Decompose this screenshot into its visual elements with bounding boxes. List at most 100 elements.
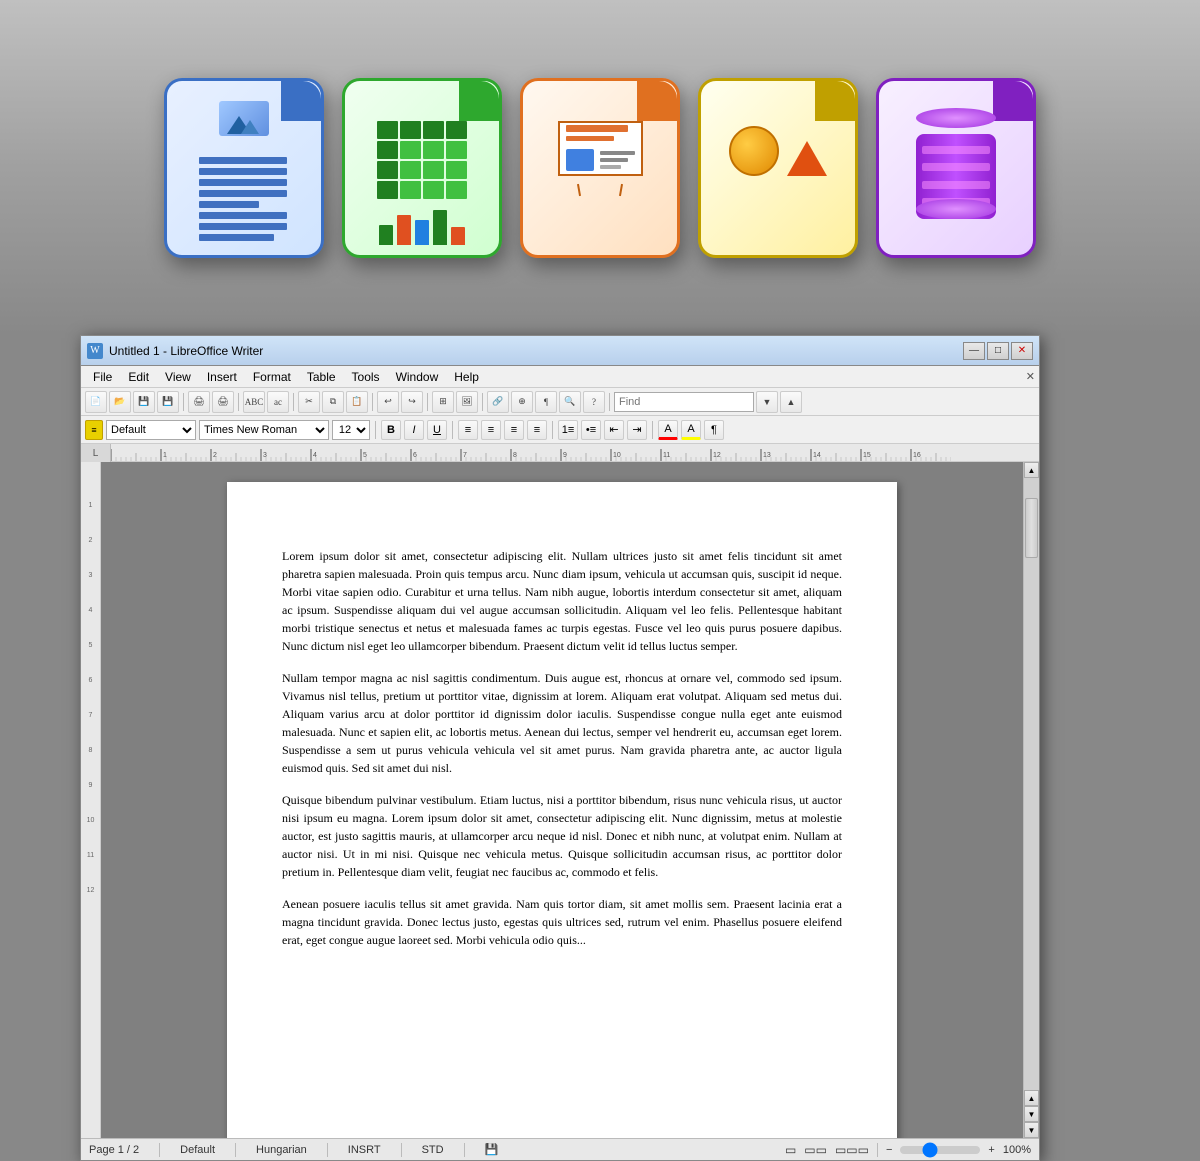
impress-icon[interactable] [520, 78, 680, 258]
separator1 [183, 393, 184, 411]
zoom-out-icon[interactable]: − [886, 1144, 892, 1156]
align-right-button[interactable]: ≡ [504, 420, 524, 440]
highlight-button[interactable]: A [681, 420, 701, 440]
scroll-up2-button[interactable]: ▲ [1024, 1090, 1039, 1106]
window-close-x[interactable]: ✕ [1026, 370, 1035, 383]
hyperlink-button[interactable]: 🔗 [487, 391, 509, 413]
menu-table[interactable]: Table [299, 368, 344, 386]
menu-view[interactable]: View [157, 368, 199, 386]
open-button[interactable]: 📂 [109, 391, 131, 413]
paste-button[interactable]: 📋 [346, 391, 368, 413]
font-size-select[interactable]: 12 [332, 420, 370, 440]
underline-button[interactable]: U [427, 420, 447, 440]
new-button[interactable]: 📄 [85, 391, 107, 413]
autocorrect-button[interactable]: ac [267, 391, 289, 413]
help-button[interactable]: ? [583, 391, 605, 413]
navigator-button[interactable]: ⊕ [511, 391, 533, 413]
menu-insert[interactable]: Insert [199, 368, 245, 386]
bold-button[interactable]: B [381, 420, 401, 440]
hero-banner [0, 0, 1200, 335]
vertical-scrollbar[interactable]: ▲ ▲ ▼ ▼ [1023, 462, 1039, 1138]
close-button[interactable]: ✕ [1011, 342, 1033, 360]
paragraph-style-select[interactable]: Default [106, 420, 196, 440]
status-sep3 [327, 1143, 328, 1157]
svg-text:14: 14 [813, 452, 821, 459]
cut-button[interactable]: ✂ [298, 391, 320, 413]
print-button[interactable]: 🖨 [212, 391, 234, 413]
base-icon[interactable] [876, 78, 1036, 258]
menu-help[interactable]: Help [446, 368, 487, 386]
menu-format[interactable]: Format [245, 368, 299, 386]
svg-text:6: 6 [413, 452, 417, 459]
fontcolor-button[interactable]: A [658, 420, 678, 440]
find-input[interactable] [614, 392, 754, 412]
italic-button[interactable]: I [404, 420, 424, 440]
saveas-button[interactable]: 💾 [157, 391, 179, 413]
align-justify-button[interactable]: ≡ [527, 420, 547, 440]
find-next-icon: ▲ [787, 397, 796, 407]
ruler-mark-10: 10 [87, 817, 95, 824]
navigator-icon: ⊕ [518, 396, 526, 407]
cut-icon: ✂ [305, 396, 313, 407]
ruler-corner: L [81, 444, 111, 462]
writer-icon[interactable] [164, 78, 324, 258]
view-page-icon[interactable]: ▭▭ [804, 1143, 827, 1157]
scroll-up-button[interactable]: ▲ [1024, 462, 1039, 478]
statusbar-right: ▭ ▭▭ ▭▭▭ − + 100% [785, 1143, 1031, 1157]
find-next-button[interactable]: ▲ [780, 391, 802, 413]
zoom-slider[interactable] [900, 1146, 980, 1154]
spellcheck-icon: ABC [245, 397, 264, 407]
scroll-down-button[interactable]: ▼ [1024, 1122, 1039, 1138]
save-button[interactable]: 💾 [133, 391, 155, 413]
view-book-icon[interactable]: ▭▭▭ [835, 1143, 869, 1157]
align-center-button[interactable]: ≡ [481, 420, 501, 440]
calc-icon[interactable] [342, 78, 502, 258]
new-icon: 📄 [90, 396, 101, 407]
nonprint-button[interactable]: ¶ [535, 391, 557, 413]
svg-text:11: 11 [663, 452, 670, 459]
bullets-button[interactable]: •≡ [581, 420, 601, 440]
insert-image-button[interactable]: 🖼 [456, 391, 478, 413]
align-left-button[interactable]: ≡ [458, 420, 478, 440]
toolbar1: 📄 📂 💾 💾 🖨 🖨 ABC ac ✂ ⧉ 📋 ↩ ↪ ⊞ 🖼 🔗 ⊕ ¶ 🔍… [81, 388, 1039, 416]
maximize-button[interactable]: □ [987, 342, 1009, 360]
outdent-button[interactable]: ⇤ [604, 420, 624, 440]
insert-table-button[interactable]: ⊞ [432, 391, 454, 413]
print-preview-button[interactable]: 🖨 [188, 391, 210, 413]
document-page[interactable]: Lorem ipsum dolor sit amet, consectetur … [227, 482, 897, 1138]
print-icon: 🖨 [217, 396, 228, 407]
menu-window[interactable]: Window [388, 368, 447, 386]
redo-button[interactable]: ↪ [401, 391, 423, 413]
copy-button[interactable]: ⧉ [322, 391, 344, 413]
styles-icon-btn[interactable]: ≡ [85, 420, 103, 440]
separator-fmt3 [552, 421, 553, 439]
paragraph-2: Nullam tempor magna ac nisl sagittis con… [282, 669, 842, 777]
scroll-down2-button[interactable]: ▼ [1024, 1106, 1039, 1122]
svg-text:9: 9 [563, 452, 567, 459]
svg-text:5: 5 [363, 452, 367, 459]
draw-icon[interactable] [698, 78, 858, 258]
status-sep5 [464, 1143, 465, 1157]
zoom-button[interactable]: 🔍 [559, 391, 581, 413]
selection-mode[interactable]: STD [422, 1144, 444, 1156]
minimize-button[interactable]: — [963, 342, 985, 360]
view-normal-icon[interactable]: ▭ [785, 1143, 796, 1157]
svg-text:2: 2 [213, 452, 217, 459]
insert-mode[interactable]: INSRT [348, 1144, 381, 1156]
zoom-in-icon[interactable]: + [988, 1144, 994, 1156]
zoom-level[interactable]: 100% [1003, 1144, 1031, 1156]
charformat-button[interactable]: ¶ [704, 420, 724, 440]
menu-tools[interactable]: Tools [344, 368, 388, 386]
indent-button[interactable]: ⇥ [627, 420, 647, 440]
numbering-button[interactable]: 1≡ [558, 420, 578, 440]
scroll-thumb[interactable] [1025, 498, 1038, 558]
find-prev-button[interactable]: ▼ [756, 391, 778, 413]
undo-button[interactable]: ↩ [377, 391, 399, 413]
menu-edit[interactable]: Edit [120, 368, 157, 386]
saveas-icon: 💾 [162, 396, 173, 407]
scroll-track[interactable] [1024, 478, 1039, 1090]
font-select[interactable]: Times New Roman [199, 420, 329, 440]
spellcheck-button[interactable]: ABC [243, 391, 265, 413]
menu-file[interactable]: File [85, 368, 120, 386]
page-style: Default [180, 1144, 215, 1156]
